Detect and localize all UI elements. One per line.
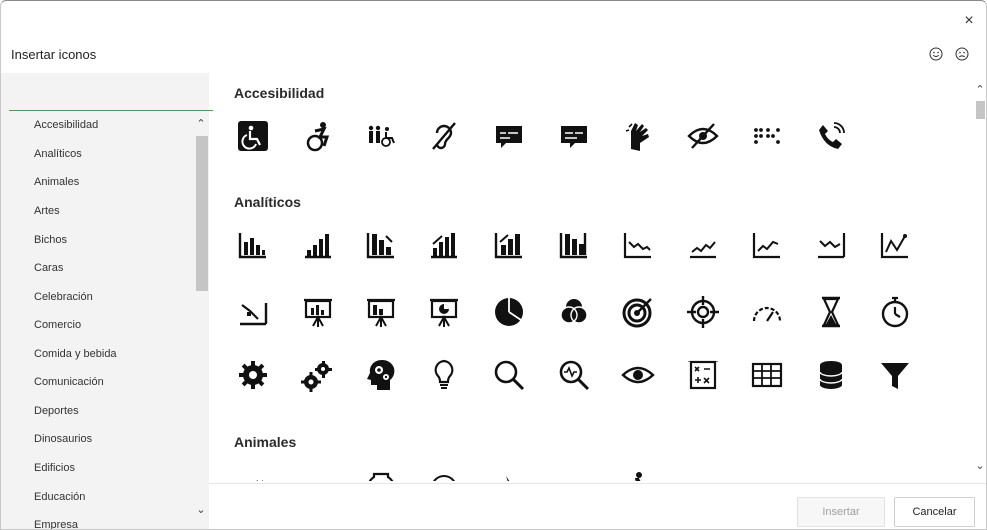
bar-chart-icon[interactable] (236, 228, 270, 262)
formula-box-icon[interactable] (686, 358, 720, 392)
lightbulb-icon[interactable] (427, 358, 461, 392)
hearing-loss-icon[interactable] (427, 119, 461, 153)
sign-language-bubble-icon[interactable] (557, 119, 591, 153)
table-grid-icon[interactable] (750, 358, 784, 392)
section-heading-animales: Animales (234, 434, 297, 450)
sidebar-scrollbar-thumb[interactable] (196, 136, 208, 291)
gallery-scrollbar-thumb[interactable] (976, 101, 985, 119)
bar-chart-up-arrow-icon[interactable] (427, 228, 461, 262)
dog-icon[interactable] (301, 468, 335, 481)
gallery-scroll-down-icon[interactable]: ⌄ (973, 459, 986, 473)
bar-chart-down-box-icon[interactable] (557, 228, 591, 262)
braille-icon[interactable] (750, 119, 784, 153)
category-comercio[interactable]: Comercio (34, 315, 81, 335)
pie-chart-icon[interactable] (492, 295, 526, 329)
dialog-title: Insertar iconos (11, 47, 97, 62)
cat-icon[interactable] (236, 468, 270, 481)
insert-icons-dialog: × Insertar iconos ⌃ ⌄ Accesibilidad Anal… (0, 0, 987, 530)
bar-chart-up-box-icon[interactable] (492, 228, 526, 262)
frown-icon[interactable] (955, 47, 969, 61)
search-input[interactable] (9, 93, 213, 111)
category-celebracion[interactable]: Celebración (34, 287, 93, 307)
tty-phone-icon[interactable] (814, 119, 848, 153)
category-analiticos[interactable]: Analíticos (34, 144, 82, 164)
sign-language-hands-icon[interactable] (621, 119, 655, 153)
sidebar-scroll-up-icon[interactable]: ⌃ (194, 117, 208, 131)
section-heading-analiticos: Analíticos (234, 194, 301, 210)
icon-gallery: Accesibilidad Analíticos Animales (209, 73, 973, 481)
line-chart-up-icon[interactable] (750, 228, 784, 262)
presentation-column-icon[interactable] (364, 295, 398, 329)
category-animales[interactable]: Animales (34, 172, 79, 192)
line-chart-down-icon[interactable] (621, 228, 655, 262)
gears-icon[interactable] (301, 358, 335, 392)
sidebar-scroll-down-icon[interactable]: ⌄ (194, 503, 208, 517)
bird-icon[interactable] (750, 468, 784, 481)
hamster-icon[interactable] (427, 468, 461, 481)
line-chart-zigzag-icon[interactable] (686, 228, 720, 262)
head-gears-icon[interactable] (364, 358, 398, 392)
accessible-family-icon[interactable] (364, 119, 398, 153)
section-heading-accesibilidad: Accesibilidad (234, 85, 325, 101)
snail-icon[interactable] (557, 468, 591, 481)
cancel-button[interactable]: Cancelar (894, 497, 975, 527)
gear-icon[interactable] (236, 358, 270, 392)
target-icon[interactable] (621, 295, 655, 329)
venn-diagram-icon[interactable] (557, 295, 591, 329)
visually-impaired-icon[interactable] (686, 119, 720, 153)
bar-chart-descending-icon[interactable] (364, 228, 398, 262)
category-edificios[interactable]: Edificios (34, 458, 75, 478)
fishbowl-icon[interactable] (364, 468, 398, 481)
scatter-trend-icon[interactable] (236, 295, 270, 329)
magnifier-icon[interactable] (492, 358, 526, 392)
category-comida-y-bebida[interactable]: Comida y bebida (34, 344, 117, 364)
presentation-pie-icon[interactable] (427, 295, 461, 329)
turtle-icon[interactable] (686, 468, 720, 481)
health-search-icon[interactable] (557, 358, 591, 392)
rabbit-icon[interactable] (492, 468, 526, 481)
crocodile-icon[interactable] (814, 468, 848, 481)
category-sidebar: ⌃ ⌄ (1, 73, 213, 529)
bat-icon[interactable] (878, 468, 912, 481)
line-chart-scatter-icon[interactable] (878, 228, 912, 262)
database-icon[interactable] (814, 358, 848, 392)
presentation-bar-icon[interactable] (301, 295, 335, 329)
snake-icon[interactable] (621, 468, 655, 481)
line-chart-wave-icon[interactable] (814, 228, 848, 262)
wheelchair-square-icon[interactable] (236, 119, 270, 153)
gauge-icon[interactable] (750, 295, 784, 329)
category-artes[interactable]: Artes (34, 201, 60, 221)
category-bichos[interactable]: Bichos (34, 230, 67, 250)
category-dinosaurios[interactable]: Dinosaurios (34, 429, 92, 449)
hourglass-icon[interactable] (814, 295, 848, 329)
gallery-scroll-up-icon[interactable]: ⌃ (973, 83, 986, 97)
category-educacion[interactable]: Educación (34, 487, 85, 507)
category-deportes[interactable]: Deportes (34, 401, 79, 421)
bar-chart-ascending-icon[interactable] (301, 228, 335, 262)
closed-caption-bubble-icon[interactable] (492, 119, 526, 153)
category-caras[interactable]: Caras (34, 258, 63, 278)
footer-divider (209, 483, 986, 484)
category-accesibilidad[interactable]: Accesibilidad (34, 115, 98, 135)
stopwatch-icon[interactable] (878, 295, 912, 329)
active-wheelchair-icon[interactable] (301, 119, 335, 153)
category-comunicacion[interactable]: Comunicación (34, 372, 104, 392)
category-empresa[interactable]: Empresa (34, 515, 78, 529)
insert-button[interactable]: Insertar (797, 497, 885, 527)
filter-icon[interactable] (878, 358, 912, 392)
crosshair-icon[interactable] (686, 295, 720, 329)
close-button[interactable]: × (961, 13, 977, 29)
smile-icon[interactable] (929, 47, 943, 61)
eye-icon[interactable] (621, 358, 655, 392)
